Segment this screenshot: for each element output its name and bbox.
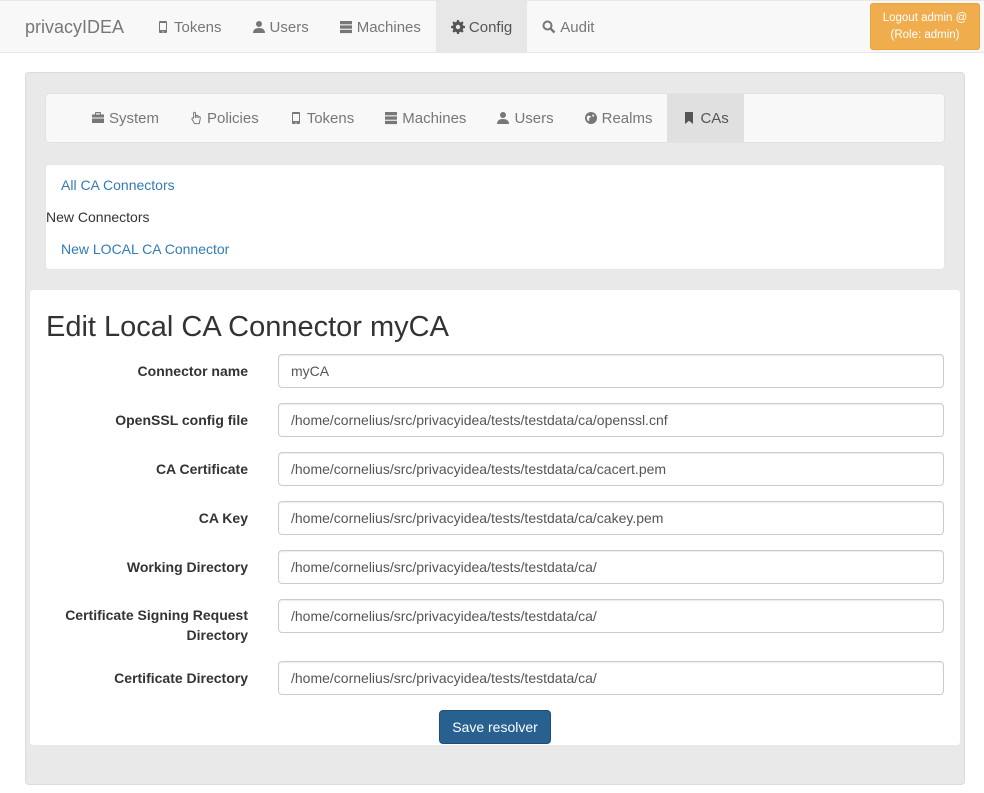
- topnav-users[interactable]: Users: [237, 1, 324, 53]
- bookmark-icon: [682, 111, 696, 125]
- page-title: Edit Local CA Connector myCA: [46, 311, 449, 343]
- config-subnav: System Policies Tokens Machines Users Re…: [45, 93, 945, 143]
- phone-icon: [156, 20, 170, 34]
- connector-name-label: Connector name: [137, 363, 248, 379]
- globe-icon: [584, 111, 598, 125]
- subnav-users-label: Users: [514, 109, 554, 127]
- topnav-machines-label: Machines: [356, 18, 421, 36]
- certificate-directory-label: Certificate Directory: [114, 670, 248, 686]
- user-icon: [252, 20, 266, 34]
- ca-key-label: CA Key: [198, 510, 248, 526]
- ca-connectors-list: All CA Connectors New Connectors New LOC…: [45, 164, 945, 270]
- top-nav: Tokens Users Machines Config Audit: [141, 1, 609, 53]
- subnav-tokens-label: Tokens: [306, 109, 355, 127]
- topnav-tokens[interactable]: Tokens: [141, 1, 237, 53]
- ca-certificate-label: CA Certificate: [155, 461, 248, 477]
- openssl-config-input[interactable]: [278, 403, 944, 437]
- subnav-system[interactable]: System: [76, 94, 174, 142]
- briefcase-icon: [91, 111, 105, 125]
- ca-certificate-input[interactable]: [278, 452, 944, 486]
- phone-icon: [289, 111, 303, 125]
- new-local-ca-connector-link[interactable]: New LOCAL CA Connector: [61, 241, 229, 257]
- topnav-audit-label: Audit: [560, 18, 595, 36]
- openssl-config-label: OpenSSL config file: [115, 412, 248, 428]
- subnav-tokens[interactable]: Tokens: [274, 94, 370, 142]
- server-icon: [384, 111, 398, 125]
- brand-logo[interactable]: privacyIDEA: [25, 17, 124, 38]
- user-icon: [496, 111, 510, 125]
- topnav-config[interactable]: Config: [435, 1, 528, 53]
- server-icon: [339, 20, 353, 34]
- topnav-config-label: Config: [468, 18, 513, 36]
- hand-pointer-icon: [189, 111, 203, 125]
- subnav-system-label: System: [109, 109, 160, 127]
- subnav-machines[interactable]: Machines: [369, 94, 481, 142]
- subnav-policies-label: Policies: [207, 109, 259, 127]
- logout-role-label: (Role: admin): [890, 29, 960, 41]
- topnav-machines[interactable]: Machines: [324, 1, 436, 53]
- subnav-policies[interactable]: Policies: [174, 94, 274, 142]
- logout-user-label: Logout admin @: [882, 12, 968, 24]
- subnav-users[interactable]: Users: [481, 94, 568, 142]
- search-icon: [542, 20, 556, 34]
- save-resolver-button[interactable]: Save resolver: [439, 710, 551, 744]
- logout-button[interactable]: Logout admin @ (Role: admin): [870, 3, 980, 50]
- edit-ca-connector-panel: Edit Local CA Connector myCA Connector n…: [30, 290, 960, 745]
- top-navbar: privacyIDEA Tokens Users Machines Config…: [0, 0, 984, 53]
- topnav-tokens-label: Tokens: [174, 18, 222, 36]
- csr-directory-input[interactable]: [278, 599, 944, 633]
- ca-key-input[interactable]: [278, 501, 944, 535]
- working-directory-input[interactable]: [278, 550, 944, 584]
- topnav-users-label: Users: [269, 18, 309, 36]
- gear-icon: [450, 20, 465, 34]
- subnav-machines-label: Machines: [402, 109, 467, 127]
- subnav-realms[interactable]: Realms: [569, 94, 668, 142]
- all-ca-connectors-link[interactable]: All CA Connectors: [61, 177, 175, 193]
- subnav-realms-label: Realms: [601, 109, 653, 127]
- subnav-cas-label: CAs: [700, 109, 729, 127]
- certificate-directory-input[interactable]: [278, 661, 944, 695]
- csr-directory-label: Certificate Signing Request Directory: [65, 607, 248, 643]
- topnav-audit[interactable]: Audit: [527, 1, 609, 53]
- working-directory-label: Working Directory: [126, 559, 248, 575]
- connector-name-input[interactable]: [278, 354, 944, 388]
- subnav-cas[interactable]: CAs: [667, 94, 744, 142]
- new-connectors-heading: New Connectors: [46, 209, 150, 225]
